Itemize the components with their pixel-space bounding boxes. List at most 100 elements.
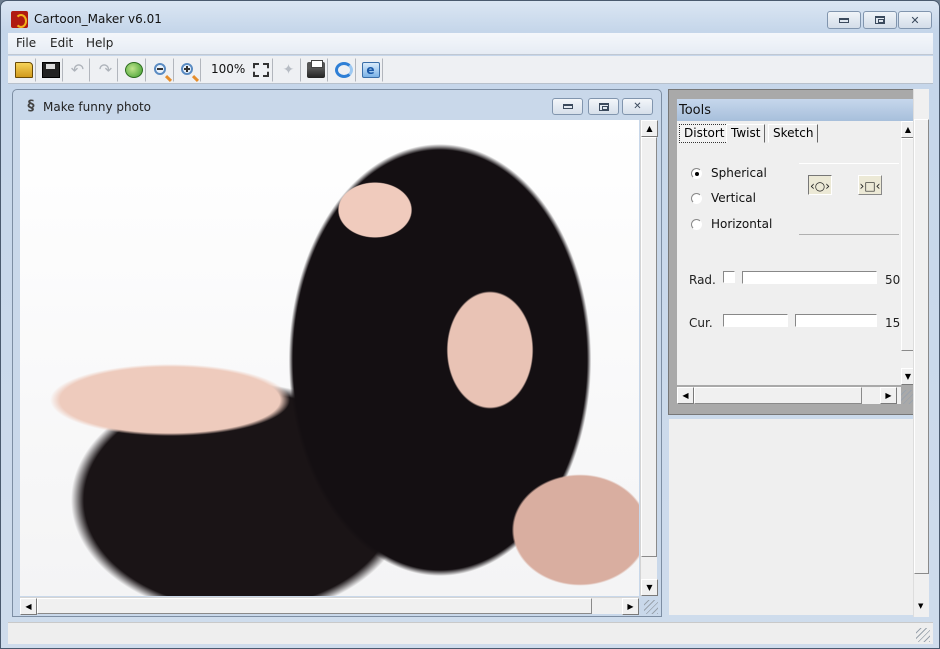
shape-options: ‹○› ›□‹ bbox=[799, 163, 899, 235]
dragon-icon: § bbox=[27, 98, 35, 114]
maximize-icon bbox=[875, 16, 885, 24]
print-button[interactable] bbox=[303, 58, 328, 82]
scroll-left-button[interactable]: ◀ bbox=[677, 387, 694, 404]
web-button[interactable] bbox=[121, 58, 146, 82]
browser-button[interactable]: e bbox=[358, 58, 383, 82]
arrow-left-icon: ◀ bbox=[25, 602, 32, 611]
photo-minimize-button[interactable] bbox=[552, 98, 583, 115]
undo-icon: ↶ bbox=[70, 60, 85, 79]
photo-horizontal-scrollbar[interactable]: ◀ ▶ bbox=[20, 597, 639, 615]
arrow-down-icon[interactable]: ▼ bbox=[918, 602, 923, 610]
scroll-thumb[interactable] bbox=[37, 598, 592, 614]
minimize-button[interactable] bbox=[827, 11, 861, 29]
zoom-in-button[interactable] bbox=[176, 58, 201, 82]
radio-label: Vertical bbox=[711, 191, 756, 205]
scroll-thumb[interactable] bbox=[641, 137, 657, 557]
arrow-up-icon: ▲ bbox=[646, 124, 653, 133]
curvature-value: 15 bbox=[885, 316, 901, 330]
menu-file[interactable]: File bbox=[16, 36, 36, 50]
radio-label: Spherical bbox=[711, 166, 767, 180]
expand-shape-button[interactable]: ‹○› bbox=[808, 175, 832, 195]
resize-grip-icon[interactable] bbox=[644, 600, 658, 614]
status-bar bbox=[8, 622, 933, 644]
floppy-disk-icon bbox=[41, 62, 60, 78]
photo-window-title: Make funny photo bbox=[43, 100, 151, 114]
radius-checkbox[interactable] bbox=[723, 271, 735, 283]
curvature-slider[interactable] bbox=[795, 314, 877, 327]
arrow-right-icon: ▶ bbox=[627, 602, 634, 611]
zoom-out-icon bbox=[154, 62, 173, 82]
tab-sketch[interactable]: Sketch bbox=[768, 124, 819, 143]
arrow-right-icon: ▶ bbox=[885, 391, 892, 400]
tools-title: Tools bbox=[677, 99, 915, 121]
shrink-arrows-icon: ›□‹ bbox=[859, 179, 881, 193]
magic-wand-icon: ✦ bbox=[282, 62, 295, 78]
resize-grip-icon[interactable] bbox=[916, 628, 930, 642]
scroll-thumb[interactable] bbox=[694, 387, 862, 404]
selection-rectangle-icon bbox=[252, 63, 269, 77]
undo-button[interactable]: ↶ bbox=[65, 58, 90, 82]
arrow-up-icon: ▲ bbox=[904, 125, 912, 134]
select-button[interactable] bbox=[248, 58, 273, 82]
arrow-down-icon: ▼ bbox=[646, 583, 653, 592]
tools-panel: Tools Distort Twist Sketch Spherical Ver… bbox=[668, 89, 915, 415]
arrow-down-icon: ▼ bbox=[904, 372, 912, 381]
redo-button[interactable]: ↷ bbox=[93, 58, 118, 82]
folder-open-icon bbox=[14, 62, 33, 78]
maximize-icon bbox=[598, 102, 609, 111]
zoom-out-button[interactable] bbox=[149, 58, 174, 82]
refresh-icon bbox=[334, 62, 353, 78]
close-button[interactable]: ✕ bbox=[898, 11, 932, 29]
tools-horizontal-scrollbar[interactable]: ◀ ▶ bbox=[677, 387, 901, 404]
app-logo-icon bbox=[11, 11, 28, 28]
photo-canvas[interactable]: Portrait photo of a woman with long blac… bbox=[20, 120, 639, 596]
menu-help[interactable]: Help bbox=[86, 36, 113, 50]
minimize-icon bbox=[839, 17, 849, 23]
menu-bar: File Edit Help bbox=[8, 33, 933, 55]
main-vertical-scrollbar[interactable]: ▼ bbox=[913, 89, 929, 617]
printer-icon bbox=[306, 60, 325, 78]
radius-value: 50 bbox=[885, 273, 901, 287]
minimize-icon bbox=[562, 104, 573, 109]
expand-arrows-icon: ‹○› bbox=[809, 179, 831, 193]
radio-horizontal[interactable]: Horizontal bbox=[691, 217, 772, 231]
open-button[interactable] bbox=[11, 58, 36, 82]
refresh-button[interactable] bbox=[331, 58, 356, 82]
maximize-button[interactable] bbox=[863, 11, 897, 29]
tools-body: Distort Twist Sketch Spherical Vertical … bbox=[677, 121, 901, 385]
photo-maximize-button[interactable] bbox=[588, 98, 619, 115]
zoom-level: 100% bbox=[211, 62, 246, 76]
tab-distort[interactable]: Distort bbox=[679, 124, 730, 143]
redo-icon: ↷ bbox=[98, 60, 113, 79]
tab-twist[interactable]: Twist bbox=[726, 124, 766, 143]
magic-wand-button[interactable]: ✦ bbox=[276, 58, 301, 82]
internet-explorer-icon: e bbox=[361, 62, 380, 78]
curvature-label: Cur. bbox=[689, 316, 713, 330]
title-bar[interactable]: Cartoon_Maker v6.01 ✕ bbox=[1, 1, 939, 33]
radio-icon bbox=[691, 218, 702, 230]
scroll-down-button[interactable]: ▼ bbox=[641, 579, 658, 596]
radius-slider[interactable] bbox=[742, 271, 877, 284]
workspace-empty-area bbox=[669, 419, 913, 615]
zoom-in-icon bbox=[181, 62, 200, 82]
radio-vertical[interactable]: Vertical bbox=[691, 191, 756, 205]
curvature-slider-left[interactable] bbox=[723, 314, 788, 327]
photo-vertical-scrollbar[interactable]: ▲ ▼ bbox=[640, 120, 658, 596]
photo-description: Portrait photo of a woman with long blac… bbox=[20, 595, 65, 596]
save-button[interactable] bbox=[38, 58, 63, 82]
close-icon: ✕ bbox=[633, 101, 642, 112]
arrow-left-icon: ◀ bbox=[682, 391, 689, 400]
scroll-right-button[interactable]: ▶ bbox=[880, 387, 897, 404]
app-title: Cartoon_Maker v6.01 bbox=[34, 12, 162, 26]
scroll-up-button[interactable]: ▲ bbox=[641, 120, 658, 137]
globe-icon bbox=[124, 62, 143, 78]
scroll-right-button[interactable]: ▶ bbox=[622, 598, 639, 615]
radius-label: Rad. bbox=[689, 273, 716, 287]
radio-spherical[interactable]: Spherical bbox=[691, 166, 767, 180]
scroll-thumb[interactable] bbox=[914, 119, 929, 574]
shrink-shape-button[interactable]: ›□‹ bbox=[858, 175, 882, 195]
scroll-left-button[interactable]: ◀ bbox=[20, 598, 37, 615]
photo-close-button[interactable]: ✕ bbox=[622, 98, 653, 115]
menu-edit[interactable]: Edit bbox=[50, 36, 73, 50]
radio-selected-icon bbox=[691, 167, 702, 179]
